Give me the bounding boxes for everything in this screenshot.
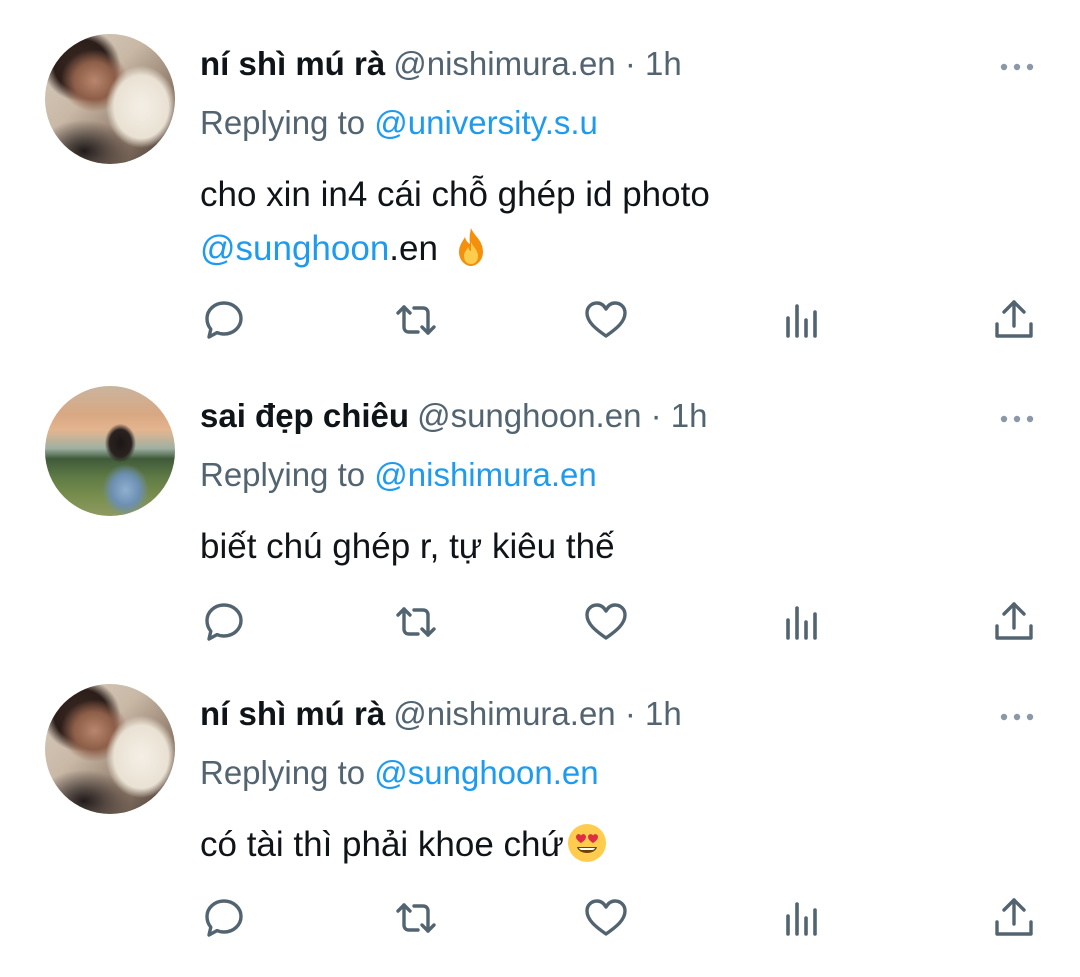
fire-emoji	[458, 227, 483, 266]
share-icon	[995, 300, 1033, 338]
tweet-2[interactable]: sai đẹp chiêu @sunghoon.en · 1h Replying …	[0, 352, 1080, 672]
retweet-button[interactable]	[392, 598, 440, 646]
reply-button[interactable]	[200, 296, 248, 344]
display-name[interactable]: ní shì mú rà	[200, 45, 385, 82]
replying-to-mention[interactable]: @nishimura.en	[374, 456, 596, 493]
more-icon	[1000, 63, 1034, 71]
timestamp[interactable]: · 1h	[625, 45, 682, 82]
retweet-icon	[396, 305, 436, 335]
tweet-header: ní shì mú rà @nishimura.en · 1h	[200, 45, 682, 83]
views-icon	[786, 902, 817, 936]
like-button[interactable]	[582, 296, 630, 344]
tweet-actions	[0, 296, 1080, 346]
more-icon	[1000, 713, 1034, 721]
like-button[interactable]	[582, 598, 630, 646]
share-button[interactable]	[990, 296, 1038, 344]
tweet-header: sai đẹp chiêu @sunghoon.en · 1h	[200, 397, 707, 435]
more-options-button[interactable]	[998, 706, 1036, 728]
share-button[interactable]	[990, 598, 1038, 646]
views-button[interactable]	[778, 296, 826, 344]
like-button[interactable]	[582, 894, 630, 942]
reply-icon	[205, 899, 243, 937]
tweet-text: có tài thì phải khoe chứ	[200, 818, 608, 872]
heart-eyes-emoji	[567, 823, 606, 862]
share-icon	[995, 602, 1033, 640]
tweet-text: cho xin in4 cái chỗ ghép id photo @sungh…	[200, 175, 710, 268]
more-icon	[1000, 415, 1034, 423]
more-options-button[interactable]	[998, 56, 1036, 78]
views-icon	[786, 606, 817, 640]
display-name[interactable]: ní shì mú rà	[200, 695, 385, 732]
timestamp[interactable]: · 1h	[651, 397, 708, 434]
replying-to-mention[interactable]: @university.s.u	[374, 104, 598, 141]
retweet-icon	[396, 607, 436, 637]
display-name[interactable]: sai đẹp chiêu	[200, 397, 409, 434]
share-icon	[995, 898, 1033, 936]
replying-to: Replying to @nishimura.en	[200, 456, 597, 493]
tweet-actions	[0, 598, 1080, 648]
retweet-button[interactable]	[392, 894, 440, 942]
reply-icon	[205, 603, 243, 641]
avatar[interactable]	[45, 684, 175, 814]
user-handle[interactable]: @nishimura.en · 1h	[393, 45, 681, 82]
like-icon	[585, 301, 627, 338]
more-options-button[interactable]	[998, 408, 1036, 430]
retweet-icon	[396, 903, 436, 933]
reply-button[interactable]	[200, 894, 248, 942]
text-mention[interactable]: @sunghoon	[200, 229, 389, 268]
tweet-1[interactable]: ní shì mú rà @nishimura.en · 1h Replying …	[0, 0, 1080, 339]
share-button[interactable]	[990, 894, 1038, 942]
timestamp[interactable]: · 1h	[625, 695, 682, 732]
tweet-header: ní shì mú rà @nishimura.en · 1h	[200, 695, 682, 733]
avatar[interactable]	[45, 386, 175, 516]
views-button[interactable]	[778, 598, 826, 646]
tweet-actions	[0, 894, 1080, 944]
tweet-3[interactable]: ní shì mú rà @nishimura.en · 1h Replying …	[0, 650, 1080, 970]
replying-to-mention[interactable]: @sunghoon.en	[374, 754, 598, 791]
avatar[interactable]	[45, 34, 175, 164]
tweet-text: biết chú ghép r, tự kiêu thế	[200, 527, 615, 566]
reply-icon	[205, 301, 243, 339]
user-handle[interactable]: @nishimura.en · 1h	[393, 695, 681, 732]
like-icon	[585, 899, 627, 936]
reply-button[interactable]	[200, 598, 248, 646]
user-handle[interactable]: @sunghoon.en · 1h	[417, 397, 707, 434]
views-button[interactable]	[778, 894, 826, 942]
replying-to: Replying to @sunghoon.en	[200, 754, 599, 791]
replying-to: Replying to @university.s.u	[200, 104, 598, 141]
retweet-button[interactable]	[392, 296, 440, 344]
views-icon	[786, 304, 817, 338]
like-icon	[585, 603, 627, 640]
